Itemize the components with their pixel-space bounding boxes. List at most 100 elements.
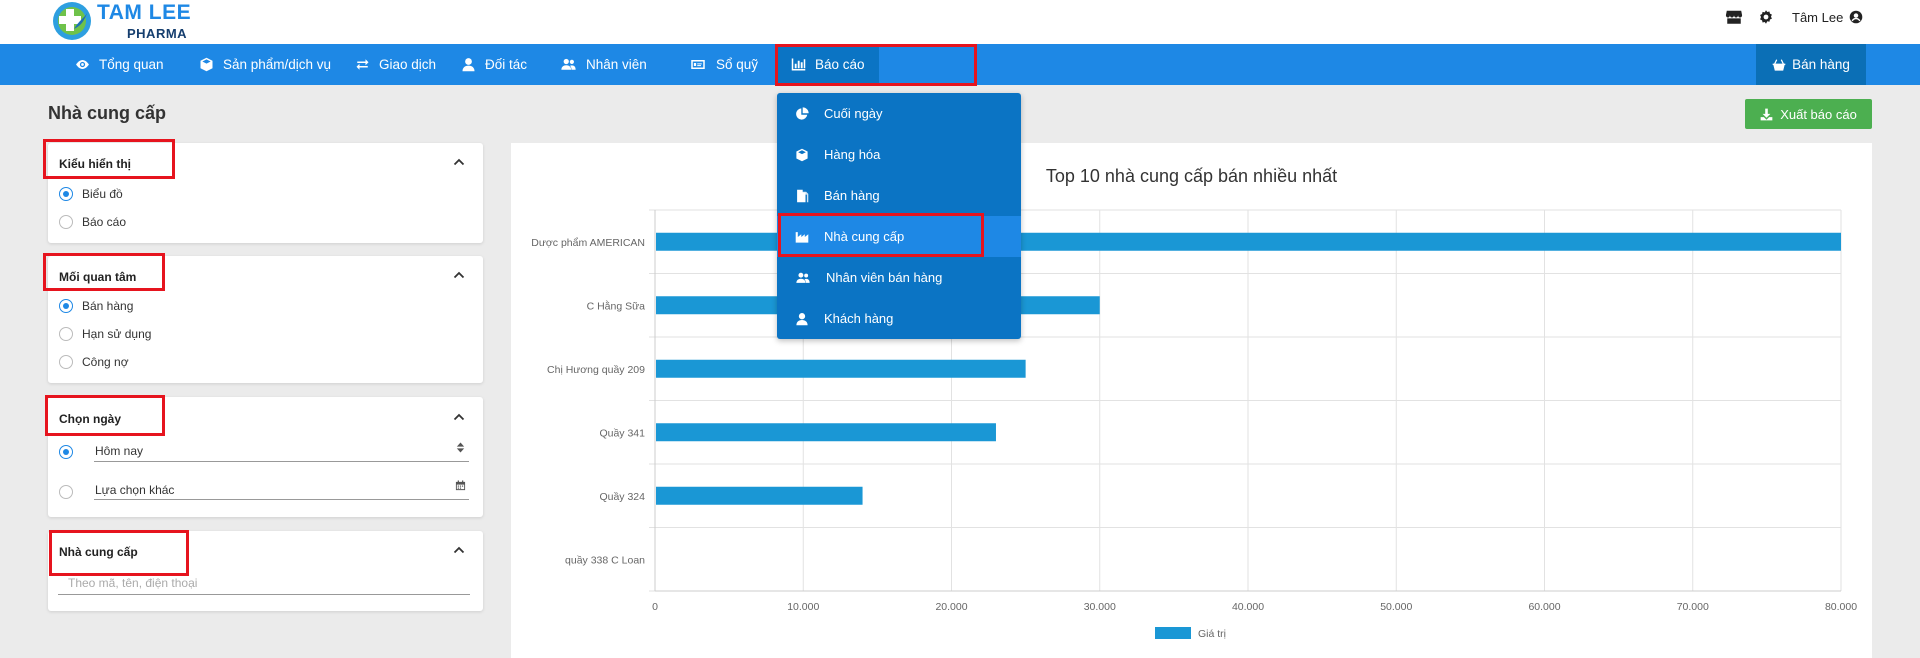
menu-item-goods[interactable]: Hàng hóa: [777, 134, 1021, 175]
legend-swatch: [1155, 627, 1191, 639]
brand-subtitle: PHARMA: [127, 26, 188, 41]
display-type-report-option[interactable]: Báo cáo: [59, 215, 126, 229]
nav-partners-label: Đối tác: [485, 57, 528, 72]
data-bar: [656, 423, 996, 442]
user-icon: [462, 58, 475, 72]
sort-icon: [456, 442, 465, 453]
export-report-button[interactable]: Xuất báo cáo: [1745, 99, 1872, 129]
supplier-bar-chart: 0 10.000 20.000 30.000 40.000 50.000 60.000 70.…: [531, 209, 1857, 640]
users-icon: [561, 58, 576, 70]
eye-icon: [76, 60, 89, 69]
main-nav: Tổng quan Sản phẩm/dịch vụ Giao dịch Đối…: [0, 44, 1920, 85]
sell-button-label: Bán hàng: [1792, 57, 1850, 72]
nav-overview-label: Tổng quan: [99, 57, 164, 72]
category-label: quầy 338 C Loan: [565, 554, 645, 566]
x-tick-label: 20.000: [935, 601, 967, 613]
menu-item-sales-staff[interactable]: Nhân viên bán hàng: [777, 257, 1021, 298]
display-type-chart-option[interactable]: Biểu đồ: [59, 187, 123, 201]
concern-expiry-option[interactable]: Hạn sử dụng: [59, 327, 151, 341]
date-panel: Chọn ngày Hôm nay Lựa chọn khác: [48, 397, 483, 517]
user-circle-icon[interactable]: [1849, 10, 1863, 24]
menu-item-label: Khách hàng: [824, 311, 894, 326]
radio-button[interactable]: [59, 187, 73, 201]
pie-chart-icon: [796, 106, 809, 120]
x-tick-label: 30.000: [1084, 601, 1116, 613]
bar-chart-icon: [791, 58, 806, 71]
calendar-icon: [455, 480, 466, 491]
concern-debt-option[interactable]: Công nợ: [59, 355, 129, 369]
option-label: Công nợ: [82, 355, 129, 369]
menu-item-supplier[interactable]: Nhà cung cấp: [777, 216, 1021, 257]
date-custom-label: Lựa chọn khác: [95, 483, 175, 497]
exchange-icon: [356, 59, 369, 70]
nav-transactions-label: Giao dịch: [379, 57, 437, 72]
nav-partners[interactable]: Đối tác: [461, 44, 527, 85]
chevron-up-icon[interactable]: [453, 411, 465, 423]
chevron-up-icon[interactable]: [453, 269, 465, 281]
sell-button[interactable]: Bán hàng: [1756, 44, 1866, 85]
display-type-panel: Kiểu hiển thị Biểu đồ Báo cáo: [48, 143, 483, 243]
menu-item-sales[interactable]: Bán hàng: [777, 175, 1021, 216]
export-button-label: Xuất báo cáo: [1780, 106, 1857, 122]
supplier-search-input[interactable]: Theo mã, tên, điện thoại: [58, 571, 470, 595]
nav-overview[interactable]: Tổng quan: [75, 44, 164, 85]
user-name[interactable]: Tâm Lee: [1792, 10, 1843, 25]
x-tick-label: 60.000: [1528, 601, 1560, 613]
x-tick-label: 80.000: [1825, 601, 1857, 613]
x-tick-label: 0: [652, 601, 658, 613]
concern-title: Mối quan tâm: [59, 270, 137, 284]
user-icon: [796, 312, 808, 325]
concern-panel: Mối quan tâm Bán hàng Hạn sử dụng Công n…: [48, 256, 483, 383]
date-custom-field[interactable]: Lựa chọn khác: [94, 477, 469, 500]
report-dropdown-menu: Cuối ngày Hàng hóa Bán hàng Nhà cung cấp…: [777, 93, 1021, 339]
nav-products[interactable]: Sản phẩm/dịch vụ: [199, 44, 331, 85]
menu-item-label: Hàng hóa: [824, 147, 881, 162]
menu-item-customers[interactable]: Khách hàng: [777, 298, 1021, 339]
data-bar: [656, 486, 863, 505]
category-label: C Hằng Sữa: [587, 299, 646, 312]
date-preset-radio[interactable]: [59, 445, 73, 459]
logo-icon: [53, 2, 91, 40]
nav-staff[interactable]: Nhân viên: [560, 44, 647, 85]
store-icon[interactable]: [1725, 8, 1743, 26]
menu-item-end-of-day[interactable]: Cuối ngày: [777, 93, 1021, 134]
copy-icon: [797, 189, 809, 202]
menu-item-label: Nhân viên bán hàng: [826, 270, 943, 285]
industry-icon: [795, 231, 809, 243]
nav-cashbook[interactable]: Sổ quỹ: [689, 44, 758, 85]
menu-item-label: Cuối ngày: [824, 106, 883, 121]
menu-item-label: Bán hàng: [824, 188, 880, 203]
nav-reports[interactable]: Báo cáo: [777, 44, 879, 85]
date-preset-value: Hôm nay: [95, 444, 144, 458]
date-custom-radio[interactable]: [59, 485, 73, 499]
radio-button[interactable]: [59, 327, 73, 341]
category-label: Chị Hương quầy 209: [547, 364, 645, 376]
gear-icon[interactable]: [1758, 9, 1774, 25]
category-label: Dược phẩm AMERICAN: [531, 237, 645, 249]
chart-card: Top 10 nhà cung cấp bán nhiều nhất 0 10.0…: [511, 143, 1872, 658]
basket-icon: [1772, 58, 1786, 71]
chevron-up-icon[interactable]: [453, 544, 465, 556]
money-icon: [691, 60, 705, 69]
box-icon: [200, 57, 213, 72]
option-label: Báo cáo: [82, 215, 127, 229]
download-icon: [1760, 108, 1773, 120]
radio-button[interactable]: [59, 215, 73, 229]
date-preset-select[interactable]: Hôm nay: [94, 439, 469, 462]
concern-sales-option[interactable]: Bán hàng: [59, 299, 133, 313]
option-label: Biểu đồ: [82, 187, 123, 201]
top-bar: TAM LEE PHARMA Tâm Lee: [0, 0, 1920, 44]
display-type-title: Kiểu hiển thị: [59, 157, 131, 171]
legend-label: Giá trị: [1198, 628, 1226, 640]
x-tick-label: 40.000: [1232, 601, 1264, 613]
x-tick-label: 70.000: [1677, 601, 1709, 613]
date-title: Chọn ngày: [59, 412, 121, 426]
supplier-title: Nhà cung cấp: [59, 545, 138, 559]
category-label: Quầy 324: [599, 491, 645, 503]
nav-transactions[interactable]: Giao dịch: [355, 44, 436, 85]
chevron-up-icon[interactable]: [453, 156, 465, 168]
option-label: Bán hàng: [82, 299, 134, 313]
option-label: Hạn sử dụng: [82, 327, 152, 341]
radio-button[interactable]: [59, 355, 73, 369]
radio-button[interactable]: [59, 299, 73, 313]
